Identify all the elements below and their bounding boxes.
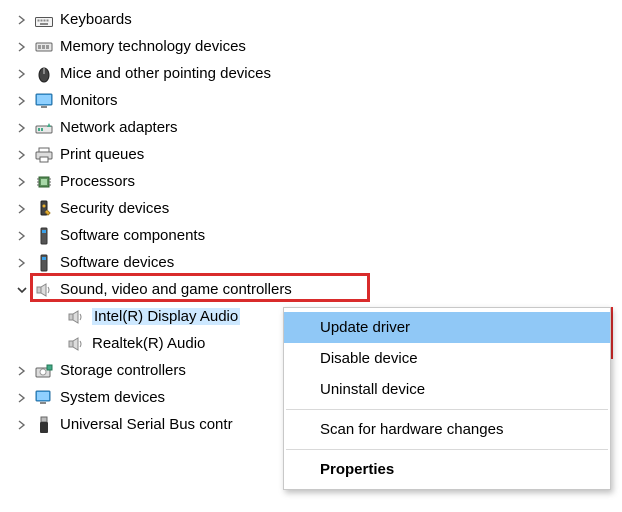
tree-item-label: Intel(R) Display Audio	[92, 308, 240, 325]
cpu-icon	[34, 173, 54, 191]
tree-item-label: Security devices	[60, 200, 169, 217]
tree-item-label: Network adapters	[60, 119, 178, 136]
speaker-icon	[34, 281, 54, 299]
tree-item-label: Software devices	[60, 254, 174, 271]
tree-item-label: Sound, video and game controllers	[60, 281, 292, 298]
tree-item-keyboards[interactable]: Keyboards	[14, 6, 622, 33]
tree-item-network[interactable]: Network adapters	[14, 114, 622, 141]
keyboard-icon	[34, 11, 54, 29]
menu-item-label: Uninstall device	[320, 381, 425, 398]
network-icon	[34, 119, 54, 137]
tree-item-memory[interactable]: Memory technology devices	[14, 33, 622, 60]
mouse-icon	[34, 65, 54, 83]
chevron-right-icon[interactable]	[14, 39, 30, 55]
chevron-right-icon[interactable]	[14, 120, 30, 136]
system-icon	[34, 389, 54, 407]
chevron-right-icon[interactable]	[14, 417, 30, 433]
software-icon	[34, 254, 54, 272]
speaker-icon	[66, 335, 86, 353]
tree-item-software-components[interactable]: Software components	[14, 222, 622, 249]
tree-item-label: Storage controllers	[60, 362, 186, 379]
tree-item-label: Universal Serial Bus contr	[60, 416, 233, 433]
chevron-right-icon[interactable]	[14, 255, 30, 271]
chevron-right-icon[interactable]	[14, 93, 30, 109]
menu-item-label: Disable device	[320, 350, 418, 367]
menu-item-disable-device[interactable]: Disable device	[284, 343, 610, 374]
tree-item-security[interactable]: Security devices	[14, 195, 622, 222]
tree-item-label: Mice and other pointing devices	[60, 65, 271, 82]
speaker-icon	[66, 308, 86, 326]
menu-item-properties[interactable]: Properties	[284, 454, 610, 485]
storage-icon	[34, 362, 54, 380]
tree-item-sound[interactable]: Sound, video and game controllers	[14, 276, 622, 303]
chevron-right-icon[interactable]	[14, 390, 30, 406]
tree-item-label: Processors	[60, 173, 135, 190]
tree-item-label: Keyboards	[60, 11, 132, 28]
context-menu: Update driver Disable device Uninstall d…	[283, 307, 611, 490]
tree-item-processors[interactable]: Processors	[14, 168, 622, 195]
usb-icon	[34, 416, 54, 434]
tree-item-label: Print queues	[60, 146, 144, 163]
tree-item-label: Software components	[60, 227, 205, 244]
menu-item-label: Properties	[320, 461, 394, 478]
monitor-icon	[34, 92, 54, 110]
chevron-right-icon[interactable]	[14, 174, 30, 190]
chevron-down-icon[interactable]	[14, 282, 30, 298]
menu-separator	[286, 409, 608, 410]
memory-icon	[34, 38, 54, 56]
menu-item-scan-hardware[interactable]: Scan for hardware changes	[284, 414, 610, 445]
tree-item-label: Monitors	[60, 92, 118, 109]
tree-item-monitors[interactable]: Monitors	[14, 87, 622, 114]
chevron-right-icon[interactable]	[14, 12, 30, 28]
tree-item-label: Realtek(R) Audio	[92, 335, 205, 352]
tree-item-label: System devices	[60, 389, 165, 406]
chevron-right-icon[interactable]	[14, 363, 30, 379]
menu-item-uninstall-device[interactable]: Uninstall device	[284, 374, 610, 405]
menu-separator	[286, 449, 608, 450]
tree-item-label: Memory technology devices	[60, 38, 246, 55]
chevron-right-icon[interactable]	[14, 147, 30, 163]
spacer	[46, 336, 62, 352]
menu-item-label: Scan for hardware changes	[320, 421, 503, 438]
security-icon	[34, 200, 54, 218]
chevron-right-icon[interactable]	[14, 66, 30, 82]
tree-item-mice[interactable]: Mice and other pointing devices	[14, 60, 622, 87]
chevron-right-icon[interactable]	[14, 228, 30, 244]
spacer	[46, 309, 62, 325]
menu-item-label: Update driver	[320, 319, 410, 336]
tree-item-print[interactable]: Print queues	[14, 141, 622, 168]
printer-icon	[34, 146, 54, 164]
software-icon	[34, 227, 54, 245]
chevron-right-icon[interactable]	[14, 201, 30, 217]
tree-item-software-devices[interactable]: Software devices	[14, 249, 622, 276]
menu-item-update-driver[interactable]: Update driver	[284, 312, 610, 343]
